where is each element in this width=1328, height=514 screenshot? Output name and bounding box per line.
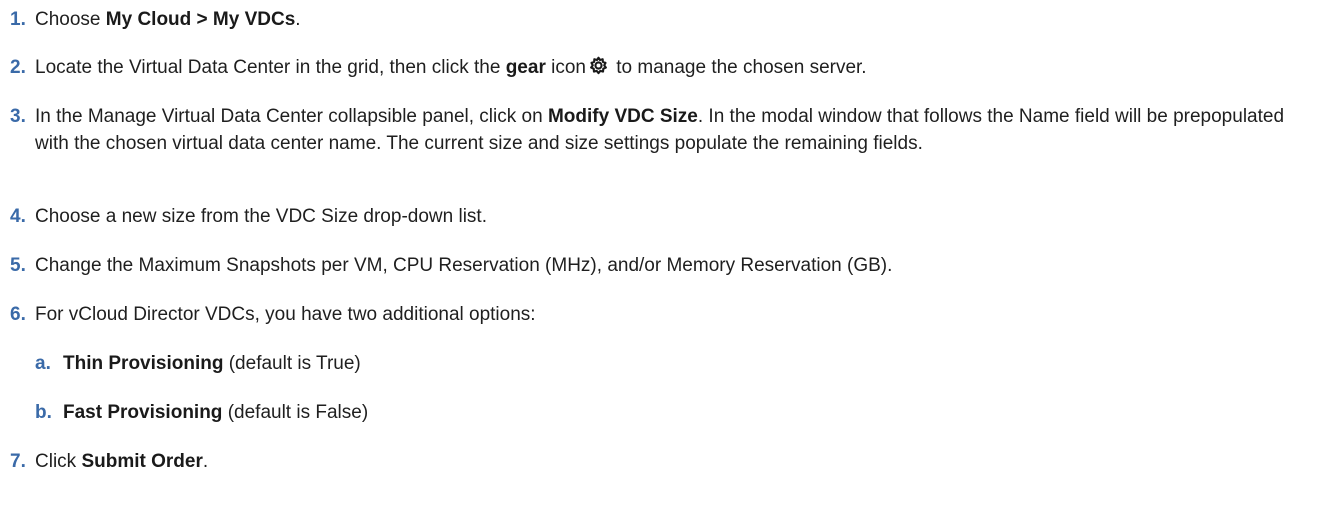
step-text-end: . — [295, 9, 301, 30]
step-number: 1. — [10, 9, 26, 30]
menu-path: My Cloud > My VDCs — [105, 9, 296, 30]
substep-letter: b. — [35, 402, 52, 423]
step-text: Choose a new size from the VDC Size drop… — [35, 206, 487, 227]
option-name: Thin Provisioning — [63, 353, 224, 374]
substep-b: b. Fast Provisioning (default is False) — [35, 399, 1304, 426]
step-3: 3. In the Manage Virtual Data Center col… — [10, 103, 1304, 157]
step-body: In the Manage Virtual Data Center collap… — [35, 103, 1304, 157]
step-text: Change the Maximum Snapshots per VM, CPU… — [35, 255, 893, 276]
substep-a: a. Thin Provisioning (default is True) — [35, 350, 1304, 377]
substep-letter: a. — [35, 353, 51, 374]
step-text: Locate the Virtual Data Center in the gr… — [35, 57, 506, 78]
option-default: (default is False) — [222, 402, 369, 423]
step-7: 7. Click Submit Order. — [10, 448, 1304, 475]
step-number: 2. — [10, 57, 26, 78]
step-4: 4. Choose a new size from the VDC Size dr… — [10, 203, 1304, 230]
step-text-end: to manage the chosen server. — [610, 57, 867, 78]
step-text-mid: icon — [545, 57, 586, 78]
step-number: 4. — [10, 206, 26, 227]
step-2: 2. Locate the Virtual Data Center in the … — [10, 54, 1304, 81]
step-text-end: . — [202, 451, 209, 472]
option-default: (default is True) — [223, 353, 361, 374]
step-text: Click — [35, 451, 82, 472]
step-6: 6. For vCloud Director VDCs, you have two… — [10, 301, 1304, 328]
gear-icon — [590, 56, 607, 75]
step-number: 3. — [10, 106, 26, 127]
gear-label: gear — [505, 57, 546, 78]
step-5: 5. Change the Maximum Snapshots per VM, C… — [10, 252, 1304, 279]
step-number: 7. — [10, 451, 26, 472]
option-name: Fast Provisioning — [63, 402, 223, 423]
step-number: 5. — [10, 255, 26, 276]
step-text: For vCloud Director VDCs, you have two a… — [35, 304, 536, 325]
step-1: 1. Choose My Cloud > My VDCs. — [10, 6, 1304, 33]
modify-vdc-size-label: Modify VDC Size — [547, 106, 698, 127]
step-text: In the Manage Virtual Data Center collap… — [35, 106, 548, 127]
step-text: Choose — [35, 9, 106, 30]
step-number: 6. — [10, 304, 26, 325]
submit-order-label: Submit Order — [81, 451, 203, 472]
